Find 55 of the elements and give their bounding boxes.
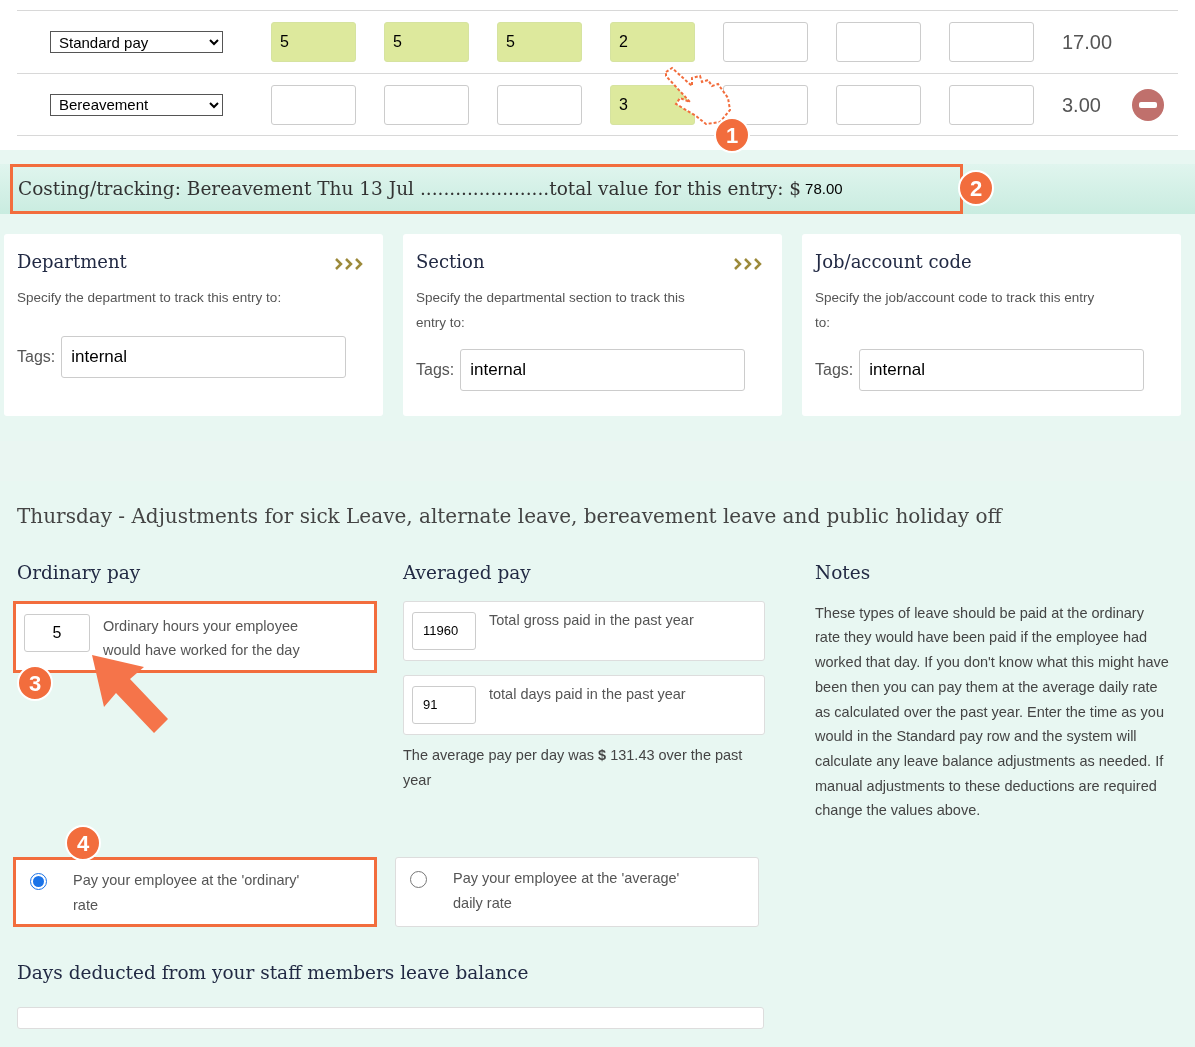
callout-badge: 3 bbox=[17, 665, 53, 701]
tags-label: Tags: bbox=[17, 347, 56, 367]
hours-input[interactable]: 2 bbox=[610, 22, 695, 62]
hours-input[interactable]: 5 bbox=[271, 22, 356, 62]
rate-option[interactable]: Pay your employee at the 'ordinary' rate bbox=[13, 857, 377, 928]
pay-type-select[interactable]: Standard pay bbox=[50, 31, 223, 53]
card-title: Department bbox=[17, 250, 127, 274]
costing-amount: 78.00 bbox=[805, 178, 843, 199]
costing-title: Costing/tracking: Bereavement Thu 13 Jul ......................total value for this entry: $ bbox=[18, 177, 802, 202]
card-description: Specify the department to track this entry to: bbox=[17, 289, 283, 307]
card-title: Section bbox=[416, 250, 485, 274]
hours-input[interactable] bbox=[271, 84, 356, 125]
section-heading: Thursday - Adjustments for sick Leave, alternate leave, bereavement leave and public holiday off bbox=[17, 503, 1004, 530]
callout-badge: 4 bbox=[65, 825, 101, 862]
leave-balance-field[interactable] bbox=[17, 1006, 764, 1029]
hours-input[interactable] bbox=[949, 22, 1034, 62]
card-description: Specify the departmental section to track this entry to: bbox=[416, 289, 686, 332]
average-pay-summary: The average pay per day was $ 131.43 over the past year bbox=[403, 745, 744, 790]
hours-field[interactable]: 5 bbox=[24, 613, 90, 652]
column-heading: Days deducted from your staff members leave balance bbox=[17, 961, 530, 986]
field-label: total days paid in the past year bbox=[489, 684, 686, 704]
column-heading: Ordinary pay bbox=[17, 561, 142, 585]
hours-input[interactable] bbox=[723, 22, 808, 62]
hours-input[interactable] bbox=[949, 84, 1034, 125]
card-title: Job/account code bbox=[815, 250, 972, 274]
column-heading: Averaged pay bbox=[403, 561, 532, 585]
tags-label: Tags: bbox=[416, 360, 455, 380]
hours-input[interactable] bbox=[384, 84, 469, 125]
tags-label: Tags: bbox=[815, 360, 854, 380]
tags-field[interactable]: internal bbox=[859, 349, 1145, 391]
hours-description: Ordinary hours your employee would have worked for the day bbox=[103, 616, 301, 660]
amount-field[interactable]: 11960 bbox=[412, 611, 476, 650]
rate-option[interactable]: Pay your employee at the 'average' daily rate bbox=[395, 857, 759, 928]
notes-text: These types of leave should be paid at the ordinary rate they would have been paid if the employee had worked that day. If you don't know what this might have been then you can pay them at the average daily rate as calculated over the past year. Enter the time as you would in the Standard pay row and the system will calculate any leave balance adjustments as needed. If manual adjustments to these deductions are required change the values above. bbox=[815, 603, 1170, 821]
hours-input[interactable]: 5 bbox=[497, 22, 582, 62]
callout-badge: 2 bbox=[958, 170, 994, 206]
hours-input[interactable] bbox=[836, 84, 921, 125]
row-total: 3.00 bbox=[1062, 92, 1101, 118]
column-heading: Notes bbox=[815, 561, 872, 585]
hours-input[interactable] bbox=[497, 84, 582, 125]
hours-input[interactable] bbox=[836, 22, 921, 62]
hours-input[interactable]: 5 bbox=[384, 22, 469, 62]
card-description: Specify the job/account code to track this entry to: bbox=[815, 289, 1096, 332]
callout-badge: 1 bbox=[714, 117, 750, 153]
pay-type-select[interactable]: Bereavement bbox=[50, 93, 223, 116]
row-total: 17.00 bbox=[1062, 30, 1113, 55]
pointer-arrow-icon bbox=[90, 653, 170, 735]
chevrons-icon[interactable] bbox=[335, 258, 365, 270]
amount-field[interactable]: 91 bbox=[412, 685, 476, 724]
tags-field[interactable]: internal bbox=[61, 336, 347, 378]
chevrons-icon[interactable] bbox=[734, 258, 764, 270]
hand-pointer-icon bbox=[662, 64, 734, 126]
remove-icon[interactable] bbox=[1130, 87, 1165, 122]
tags-field[interactable]: internal bbox=[460, 349, 746, 391]
field-label: Total gross paid in the past year bbox=[489, 610, 694, 630]
